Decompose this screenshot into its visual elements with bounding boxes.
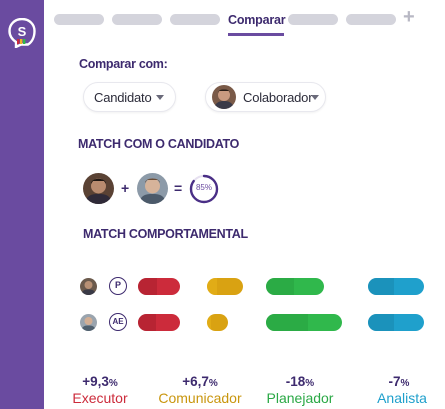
collaborator-avatar: [212, 85, 236, 109]
tab-placeholder[interactable]: [112, 14, 162, 25]
candidate-match-title: MATCH COM O CANDIDATO: [78, 137, 240, 151]
compare-title: Comparar com:: [79, 57, 168, 71]
analista-bar: [368, 278, 424, 295]
profile-badge: P: [109, 277, 127, 295]
analista-bar: [368, 314, 424, 331]
tab-bar: Comparar +: [44, 0, 445, 36]
comunicador-stat-label: Comunicador: [158, 390, 242, 406]
profile-badge: AE: [109, 313, 127, 331]
candidate-select[interactable]: Candidato: [83, 82, 176, 112]
collaborator-select[interactable]: Colaborador: [205, 82, 326, 112]
comunicador-bar: [207, 278, 243, 295]
collaborator-match-avatar: [137, 173, 168, 204]
plus-operator: +: [121, 180, 130, 196]
candidate-select-label: Candidato: [94, 90, 152, 105]
row-avatar: [80, 278, 97, 295]
tab-placeholder[interactable]: [54, 14, 104, 25]
planejador-bar: [266, 278, 324, 295]
match-percentage-label: 85%: [195, 183, 212, 192]
row-avatar: [80, 314, 97, 331]
behavioral-match-title: MATCH COMPORTAMENTAL: [83, 227, 248, 241]
planejador-bar: [266, 314, 342, 331]
equals-operator: =: [174, 180, 183, 196]
planejador-stat-label: Planejador: [266, 390, 334, 406]
sidebar: S: [0, 0, 44, 409]
tab-placeholder[interactable]: [288, 14, 338, 25]
tab-placeholder[interactable]: [170, 14, 220, 25]
executor-stat-label: Executor: [72, 390, 128, 406]
analista-stat-value: -7%: [388, 374, 410, 389]
collaborator-select-label: Colaborador: [243, 90, 313, 105]
analista-stat-label: Analista: [377, 390, 427, 406]
tab-comparar[interactable]: Comparar: [228, 4, 286, 36]
app-logo-icon[interactable]: S: [8, 18, 36, 48]
candidate-avatar: [83, 173, 114, 204]
executor-bar: [138, 278, 180, 295]
tab-active-indicator: [228, 33, 284, 36]
chevron-down-icon: [311, 95, 319, 100]
chevron-down-icon: [156, 95, 164, 100]
svg-text:S: S: [18, 24, 27, 39]
comunicador-bar: [207, 314, 228, 331]
executor-stat-value: +9,3%: [82, 374, 118, 389]
tab-placeholder[interactable]: [346, 14, 396, 25]
comunicador-stat-value: +6,7%: [182, 374, 218, 389]
planejador-stat-value: -18%: [285, 374, 315, 389]
executor-bar: [138, 314, 180, 331]
add-tab-icon[interactable]: +: [403, 7, 415, 27]
tab-comparar-label: Comparar: [228, 13, 286, 27]
